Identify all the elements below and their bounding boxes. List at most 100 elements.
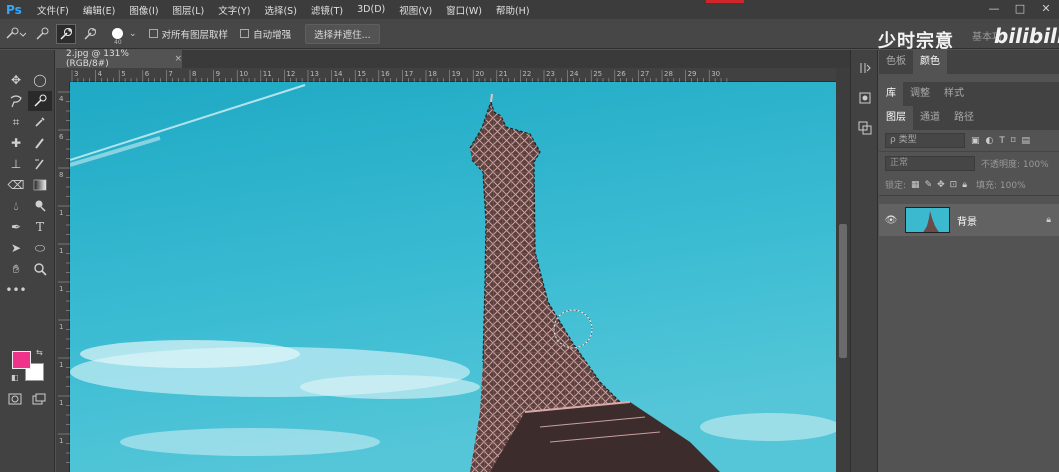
menu-3d[interactable]: 3D(D): [350, 4, 392, 15]
ruler-origin[interactable]: [56, 68, 70, 82]
healing-brush-tool-icon[interactable]: ✚: [4, 133, 28, 153]
maximize-button[interactable]: □: [1007, 0, 1033, 19]
menu-layer[interactable]: 图层(L): [166, 3, 212, 17]
clone-stamp-tool-icon[interactable]: ⊥: [4, 154, 28, 174]
close-button[interactable]: ✕: [1033, 0, 1059, 19]
lock-position-icon[interactable]: ✥: [937, 180, 945, 190]
menu-window[interactable]: 窗口(W): [439, 3, 489, 17]
lock-pixels-icon[interactable]: ✎: [925, 180, 933, 190]
marquee-tool-icon[interactable]: ◯: [28, 70, 52, 90]
adjustment-filter-icon[interactable]: ◐: [986, 136, 994, 146]
document-tab[interactable]: 2.jpg @ 131%(RGB/8#) ×: [56, 49, 182, 69]
smart-object-filter-icon[interactable]: ▤: [1022, 136, 1031, 146]
ruler-tick-label: 27: [640, 70, 649, 78]
ruler-tick-label: 9: [216, 70, 220, 78]
add-to-selection-button[interactable]: [56, 23, 76, 44]
horizontal-ruler[interactable]: 3 4 5 6 7 8 9 10 11 12 13 14 15 16 17 18 19 20 21 22 23 24 25 2…: [70, 68, 836, 82]
zoom-tool-icon[interactable]: [28, 259, 52, 279]
default-colors-icon[interactable]: ◧: [11, 373, 19, 382]
move-tool-icon[interactable]: ✥: [4, 70, 28, 90]
menu-edit[interactable]: 编辑(E): [76, 3, 122, 17]
menu-view[interactable]: 视图(V): [392, 3, 439, 17]
color-panel-tabs: 色板 颜色: [879, 50, 1059, 74]
adjustment-panel-icon[interactable]: [851, 116, 879, 140]
eraser-tool-icon[interactable]: ⌫: [4, 175, 28, 195]
tool-grid: ✥ ◯ ⌗ ✚ ⊥ ⌫ 💧︎ ✒ T ➤ ⬭ ✋︎ •••: [4, 70, 52, 300]
pen-tool-icon[interactable]: ✒: [4, 217, 28, 237]
tab-swatches[interactable]: 色板: [879, 50, 913, 74]
blur-tool-icon[interactable]: 💧︎: [4, 196, 28, 216]
edit-toolbar-icon[interactable]: •••: [4, 280, 28, 300]
shape-filter-icon[interactable]: ⌑: [1011, 136, 1016, 146]
layer-filter-select[interactable]: ρ 类型: [885, 133, 965, 148]
lasso-tool-icon[interactable]: [4, 91, 28, 111]
shape-tool-icon[interactable]: ⬭: [28, 238, 52, 258]
new-selection-button[interactable]: [32, 24, 52, 44]
layer-row-background[interactable]: 👁︎ 背景 🔒︎: [879, 204, 1059, 236]
layers-panel-tabs: 图层 通道 路径: [879, 106, 1059, 130]
dodge-tool-icon[interactable]: [28, 196, 52, 216]
minimize-button[interactable]: —: [981, 0, 1007, 19]
menu-file[interactable]: 文件(F): [30, 3, 76, 17]
auto-enhance-checkbox[interactable]: [240, 29, 250, 38]
properties-panel-icon[interactable]: [851, 86, 879, 110]
quick-mask-icon[interactable]: [8, 393, 22, 408]
tab-color[interactable]: 颜色: [913, 50, 947, 74]
tab-layers[interactable]: 图层: [879, 106, 913, 130]
ruler-tick-label: 4: [59, 95, 64, 103]
chevron-down-icon[interactable]: ⌄: [129, 29, 137, 39]
crop-tool-icon[interactable]: ⌗: [4, 112, 28, 132]
eye-icon[interactable]: 👁︎: [879, 215, 903, 226]
sample-all-layers-checkbox[interactable]: [148, 29, 158, 38]
opacity-field[interactable]: 不透明度: 100%: [981, 157, 1049, 170]
vertical-scrollbar[interactable]: [836, 68, 850, 472]
ruler-tick-label: 5: [121, 70, 125, 78]
type-tool-icon[interactable]: T: [28, 217, 52, 237]
tab-channels[interactable]: 通道: [913, 106, 947, 130]
lock-transparency-icon[interactable]: ▦: [911, 180, 920, 190]
menu-type[interactable]: 文字(Y): [211, 3, 257, 17]
photoshop-logo: Ps: [6, 2, 22, 17]
history-panel-icon[interactable]: [851, 56, 879, 80]
foreground-color-swatch[interactable]: [12, 351, 31, 369]
vertical-ruler[interactable]: 4 6 8 1 1 1 1 1 1 1: [56, 82, 70, 472]
tab-styles[interactable]: 样式: [937, 82, 971, 106]
eyedropper-tool-icon[interactable]: [28, 112, 52, 132]
empty-slot: [28, 280, 52, 300]
type-filter-icon[interactable]: T: [999, 136, 1005, 146]
image-canvas[interactable]: [70, 82, 836, 472]
ruler-tick-label: 22: [522, 70, 531, 78]
brush-size-picker[interactable]: 40: [112, 28, 123, 46]
menu-help[interactable]: 帮助(H): [489, 3, 537, 17]
path-selection-tool-icon[interactable]: ➤: [4, 238, 28, 258]
pixel-filter-icon[interactable]: ▣: [971, 136, 980, 146]
brush-tool-icon[interactable]: [28, 133, 52, 153]
brush-subtract-icon: [84, 27, 96, 40]
brush-size-value: 40: [114, 39, 122, 46]
screen-mode-icon[interactable]: [32, 393, 46, 408]
layer-name: 背景: [957, 216, 977, 228]
menu-select[interactable]: 选择(S): [257, 3, 303, 17]
history-brush-tool-icon[interactable]: [28, 154, 52, 174]
fill-field[interactable]: 填充: 100%: [976, 178, 1026, 191]
swap-colors-icon[interactable]: ⇆: [36, 348, 43, 357]
lock-all-icon[interactable]: 🔒︎: [962, 180, 967, 190]
tab-libraries[interactable]: 库: [879, 82, 903, 106]
lock-artboard-icon[interactable]: ⊡: [950, 180, 958, 190]
tab-paths[interactable]: 路径: [947, 106, 981, 130]
select-and-mask-button[interactable]: 选择并遮住...: [305, 23, 380, 44]
subtract-from-selection-button[interactable]: [80, 24, 100, 44]
gradient-tool-icon[interactable]: [28, 175, 52, 195]
menu-filter[interactable]: 滤镜(T): [304, 3, 350, 17]
blend-mode-select[interactable]: 正常: [885, 155, 975, 171]
tool-preset-picker[interactable]: [0, 23, 30, 45]
bilibili-logo: bilibili: [994, 24, 1059, 48]
close-document-icon[interactable]: ×: [174, 54, 182, 64]
tab-adjustments[interactable]: 调整: [903, 82, 937, 106]
menu-image[interactable]: 图像(I): [122, 3, 165, 17]
ruler-tick-label: 20: [475, 70, 484, 78]
ruler-tick-label: 11: [263, 70, 272, 78]
quick-selection-tool-icon[interactable]: [28, 91, 52, 111]
scrollbar-thumb[interactable]: [839, 224, 847, 358]
hand-tool-icon[interactable]: ✋︎: [4, 259, 28, 279]
